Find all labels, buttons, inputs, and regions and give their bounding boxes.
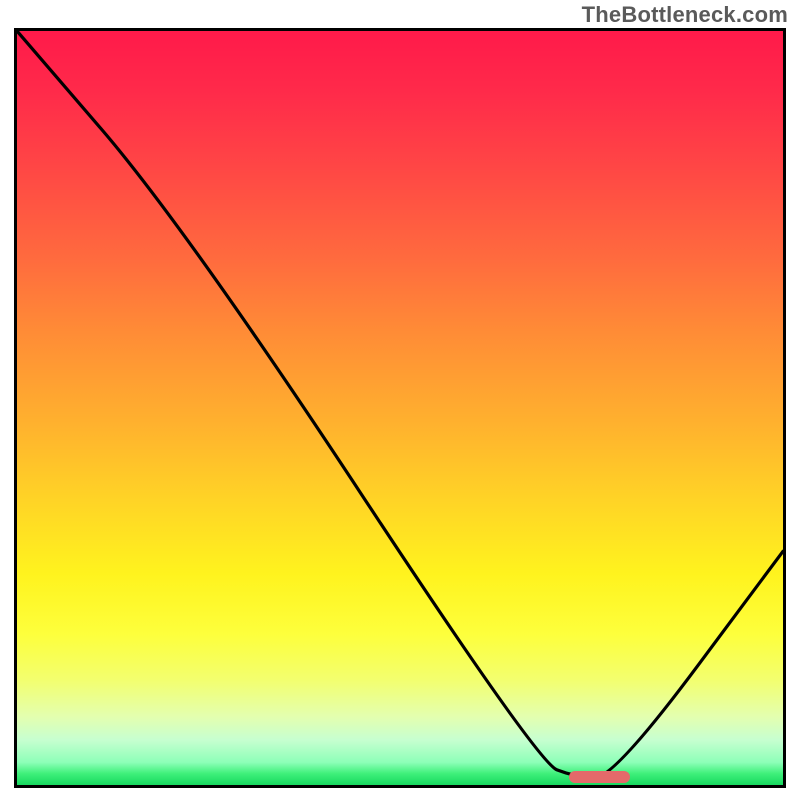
bottleneck-curve-svg <box>17 31 783 785</box>
bottleneck-chart: TheBottleneck.com <box>0 0 800 800</box>
bottleneck-curve-path <box>17 31 783 778</box>
optimal-range-marker <box>569 771 630 783</box>
plot-area <box>14 28 786 788</box>
watermark-text: TheBottleneck.com <box>582 2 788 28</box>
